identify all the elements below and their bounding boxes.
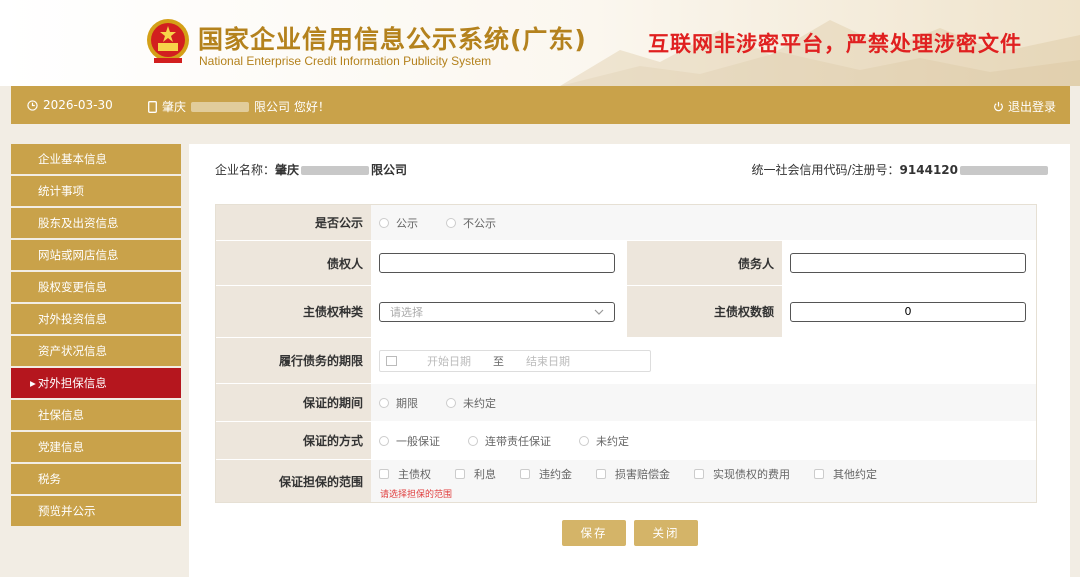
greeting-suffix: 限公司 您好！ (254, 100, 330, 114)
clock-icon (27, 99, 38, 111)
credit-label: 统一社会信用代码/注册号： (751, 163, 900, 177)
sidebar-item-tax[interactable]: 税务 (11, 464, 181, 494)
guarantee-form: 是否公示 公示 不公示 债权人 债务人 主债权种类 请选择 主债权数额 0 履行… (215, 204, 1037, 503)
close-button[interactable]: 关闭 (634, 520, 698, 546)
sidebar-nav: 企业基本信息 统计事项 股东及出资信息 网站或网店信息 股权变更信息 对外投资信… (11, 144, 181, 528)
company-suffix: 限公司 (371, 163, 408, 177)
company-label: 企业名称： (215, 163, 276, 177)
end-date-placeholder[interactable]: 结束日期 (526, 353, 570, 369)
checkbox-scope-principal[interactable]: 主债权 (379, 466, 431, 482)
logout-label: 退出登录 (1007, 100, 1056, 114)
radio-period-term[interactable]: 期限 (379, 395, 418, 411)
radio-method-general[interactable]: 一般保证 (379, 433, 440, 449)
sidebar-item-shareholders[interactable]: 股东及出资信息 (11, 208, 181, 238)
form-row-parties: 债权人 债务人 (216, 241, 1036, 286)
guarantee-method-label: 保证的方式 (216, 422, 371, 459)
creditor-input[interactable] (379, 253, 615, 273)
greeting-prefix: 肇庆 (162, 100, 187, 114)
scope-error-message: 请选择担保的范围 (380, 490, 453, 500)
form-row-claim: 主债权种类 请选择 主债权数额 (216, 286, 1036, 338)
radio-method-unagreed[interactable]: 未约定 (579, 433, 629, 449)
checkbox-scope-other[interactable]: 其他约定 (814, 466, 877, 482)
start-date-placeholder[interactable]: 开始日期 (427, 353, 471, 369)
claim-type-label: 主债权种类 (216, 286, 371, 337)
sidebar-item-preview-publish[interactable]: 预览并公示 (11, 496, 181, 526)
security-warning: 互联网非涉密平台，严禁处理涉密文件 (648, 32, 1022, 56)
company-name: 企业名称：肇庆 限公司 (215, 161, 407, 178)
checkbox-scope-enforcement-costs[interactable]: 实现债权的费用 (694, 466, 790, 482)
radio-period-unagreed[interactable]: 未约定 (446, 395, 496, 411)
radio-publicity-private[interactable]: 不公示 (446, 215, 496, 231)
logout-button[interactable]: 退出登录 (993, 98, 1056, 115)
company-prefix: 肇庆 (275, 163, 300, 177)
top-bar: 2026-03-30 肇庆 限公司 您好！ 退出登录 (11, 86, 1070, 124)
form-row-performance-period: 履行债务的期限 开始日期 至 结束日期 (216, 338, 1036, 384)
sidebar-item-investments[interactable]: 对外投资信息 (11, 304, 181, 334)
checkbox-scope-penalty[interactable]: 违约金 (520, 466, 572, 482)
sidebar-item-social-security[interactable]: 社保信息 (11, 400, 181, 430)
checkbox-scope-damages[interactable]: 损害赔偿金 (596, 466, 670, 482)
redacted-credit-code (960, 166, 1048, 175)
form-actions: 保存 关闭 (562, 520, 698, 546)
claim-type-placeholder: 请选择 (390, 305, 423, 319)
debtor-input[interactable] (790, 253, 1026, 273)
claim-amount-label: 主债权数额 (627, 286, 782, 337)
guarantee-scope-label: 保证担保的范围 (216, 460, 371, 502)
debtor-label: 债务人 (627, 241, 782, 285)
performance-date-range[interactable]: 开始日期 至 结束日期 (379, 349, 651, 372)
phone-icon (148, 100, 157, 113)
credit-prefix: 9144120 (899, 163, 958, 177)
save-button[interactable]: 保存 (562, 520, 626, 546)
site-title-english: National Enterprise Credit Information P… (199, 54, 492, 68)
credit-code: 统一社会信用代码/注册号：9144120 (751, 161, 1048, 178)
power-icon (994, 101, 1003, 112)
sidebar-item-websites[interactable]: 网站或网店信息 (11, 240, 181, 270)
publicity-label: 是否公示 (216, 205, 371, 240)
calendar-icon (386, 355, 397, 366)
form-row-guarantee-period: 保证的期间 期限 未约定 (216, 384, 1036, 422)
radio-publicity-public[interactable]: 公示 (379, 215, 418, 231)
form-row-publicity: 是否公示 公示 不公示 (216, 205, 1036, 241)
user-greeting: 肇庆 限公司 您好！ (148, 98, 330, 115)
sidebar-item-assets[interactable]: 资产状况信息 (11, 336, 181, 366)
site-title: 国家企业信用信息公示系统(广东) (198, 25, 587, 54)
date-display: 2026-03-30 (27, 98, 113, 112)
sidebar-item-party-building[interactable]: 党建信息 (11, 432, 181, 462)
national-emblem-icon (147, 19, 189, 63)
creditor-label: 债权人 (216, 241, 371, 285)
main-panel: 企业名称：肇庆 限公司 统一社会信用代码/注册号：9144120 是否公示 公示 … (189, 144, 1070, 577)
radio-method-joint[interactable]: 连带责任保证 (468, 433, 551, 449)
checkbox-scope-interest[interactable]: 利息 (455, 466, 496, 482)
sidebar-item-statistics[interactable]: 统计事项 (11, 176, 181, 206)
sidebar-item-guarantees[interactable]: 对外担保信息 (11, 368, 181, 398)
claim-amount-input[interactable] (790, 301, 1026, 322)
date-separator: 至 (493, 354, 504, 368)
site-header: 国家企业信用信息公示系统(广东) National Enterprise Cre… (0, 0, 1080, 86)
sidebar-item-basic-info[interactable]: 企业基本信息 (11, 144, 181, 174)
guarantee-period-label: 保证的期间 (216, 384, 371, 421)
claim-type-select[interactable]: 请选择 (379, 301, 615, 322)
chevron-down-icon (594, 309, 604, 315)
sidebar-item-equity-change[interactable]: 股权变更信息 (11, 272, 181, 302)
redacted-company-name (301, 166, 370, 175)
performance-period-label: 履行债务的期限 (216, 338, 371, 383)
current-date: 2026-03-30 (43, 98, 113, 112)
form-row-guarantee-scope: 保证担保的范围 主债权 利息 违约金 损害赔偿金 实现债权的费用 其他约定 请选… (216, 460, 1036, 502)
redacted-company (191, 101, 250, 112)
form-row-guarantee-method: 保证的方式 一般保证 连带责任保证 未约定 (216, 422, 1036, 460)
